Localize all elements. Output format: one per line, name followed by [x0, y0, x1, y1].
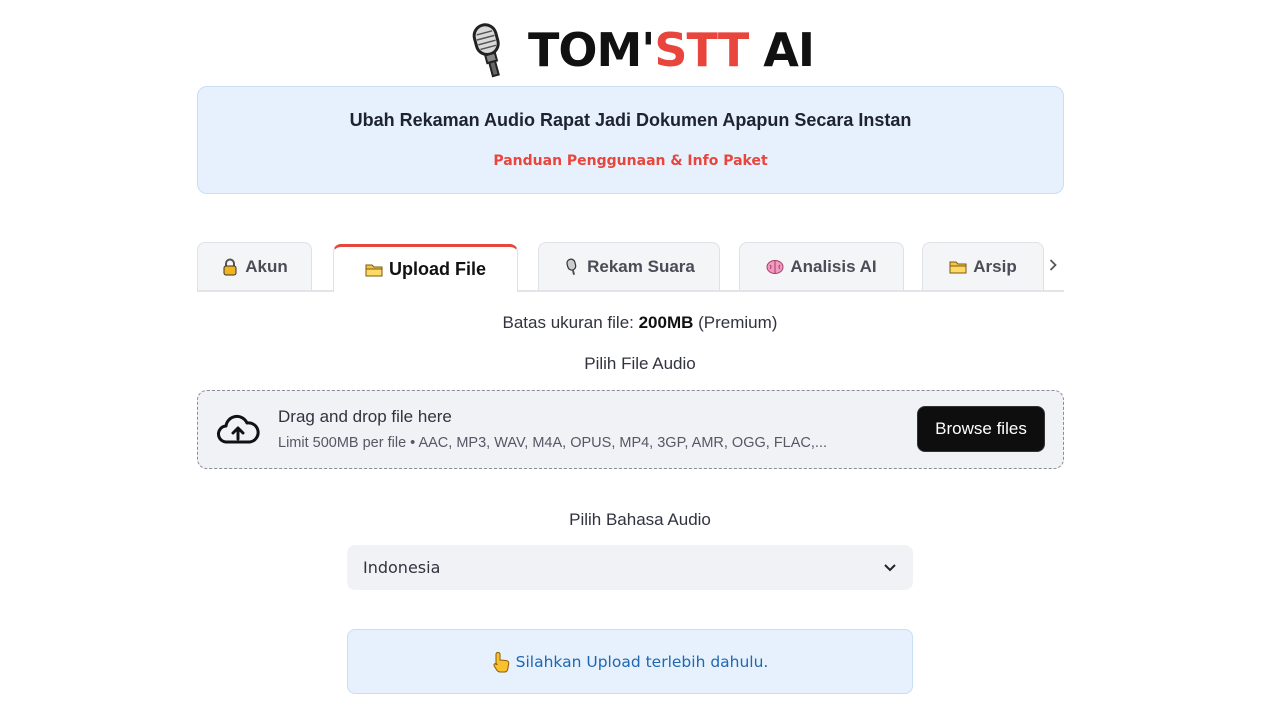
tab-rekam-suara[interactable]: Rekam Suara — [538, 242, 720, 290]
upload-info-alert: Silahkan Upload terlebih dahulu. — [347, 629, 913, 694]
dropzone-subtitle: Limit 500MB per file • AAC, MP3, WAV, M4… — [278, 435, 827, 451]
tab-arsip[interactable]: Arsip — [922, 242, 1044, 290]
tab-label: Arsip — [973, 256, 1017, 276]
tab-akun[interactable]: Akun — [197, 242, 312, 290]
dropzone-title: Drag and drop file here — [278, 407, 452, 426]
brain-icon — [766, 259, 784, 274]
app-header: TOM'STT AI — [0, 20, 1280, 80]
cloud-upload-icon — [217, 414, 260, 444]
microphone-icon — [566, 258, 577, 275]
tab-label: Upload File — [388, 259, 486, 279]
pointing-hand-icon — [493, 651, 509, 672]
language-label: Pilih Bahasa Audio — [569, 510, 711, 529]
file-size-limit: Batas ukuran file: 200MB (Premium) — [502, 313, 778, 332]
guide-link[interactable]: Panduan Penggunaan & Info Paket — [493, 153, 767, 169]
app-title: TOM'STT AI — [527, 23, 815, 77]
folder-icon — [365, 264, 383, 276]
tab-label: Analisis AI — [790, 256, 877, 276]
tab-label: Rekam Suara — [587, 256, 695, 276]
browse-files-button[interactable]: Browse files — [917, 406, 1045, 452]
chevron-right-icon — [1049, 259, 1057, 271]
tab-upload-file[interactable]: Upload File — [333, 244, 518, 292]
language-selected-value: Indonesia — [363, 558, 441, 577]
tab-bar: Akun Upload File Rekam Suara Analisis AI… — [197, 242, 1064, 292]
tab-analisis-ai[interactable]: Analisis AI — [739, 242, 904, 290]
tab-label: Akun — [245, 256, 288, 276]
lock-icon — [223, 258, 237, 275]
folder-icon — [949, 261, 967, 273]
hero-banner: Ubah Rekaman Audio Rapat Jadi Dokumen Ap… — [197, 86, 1064, 194]
file-upload-label: Pilih File Audio — [584, 354, 696, 373]
info-message: Silahkan Upload terlebih dahulu. — [515, 652, 769, 671]
banner-headline: Ubah Rekaman Audio Rapat Jadi Dokumen Ap… — [349, 110, 912, 130]
tab-scroll-right[interactable] — [1045, 254, 1061, 276]
file-dropzone[interactable]: Drag and drop file here Limit 500MB per … — [197, 390, 1064, 469]
language-select[interactable]: Indonesia — [347, 545, 913, 590]
chevron-down-icon — [884, 563, 896, 571]
microphone-icon — [472, 23, 500, 78]
tab-divider — [197, 290, 1064, 292]
